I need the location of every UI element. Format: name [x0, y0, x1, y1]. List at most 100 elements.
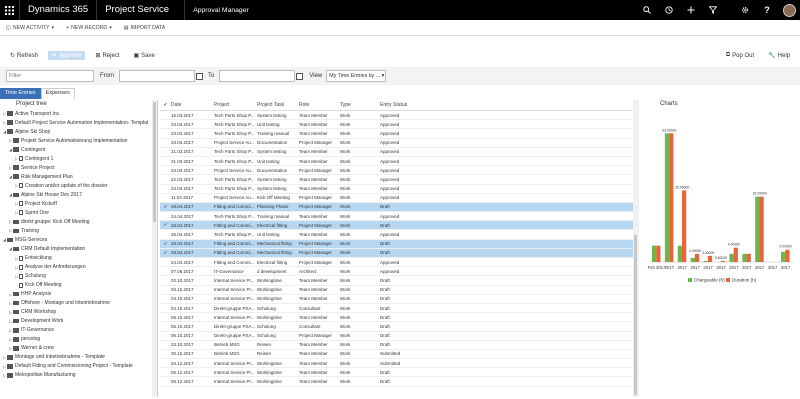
tree-item[interactable]: ▷ Default Project Service Automation Impl…: [0, 118, 157, 127]
column-header[interactable]: Role: [297, 102, 338, 108]
table-row[interactable]: 04.10.2017 Direkt-gruppe PSA... Schulung Co…: [160, 304, 633, 314]
tree-item[interactable]: ▷ Offshore - Montage und Inbetriebnahme: [0, 299, 157, 308]
table-row[interactable]: 21.03.2017 Tech Parts Shop P... Unit testi…: [160, 157, 633, 167]
tree-item[interactable]: ◢ MSG-Services: [0, 235, 157, 244]
table-row[interactable]: 07.06.2017 IT-Governance d development Arch…: [160, 267, 633, 277]
popout-button[interactable]: ⧉ Pop Out: [722, 51, 758, 60]
view-select[interactable]: My Time Entries by ... ▾: [326, 70, 387, 82]
tree-item[interactable]: ▷ IT-Governance: [0, 326, 157, 335]
tree-item[interactable]: ◢ Alpine Ski House Dec 2017: [0, 190, 157, 199]
tree-item[interactable]: ▷ CRM Workshop: [0, 308, 157, 317]
tree-item[interactable]: ▷ Service Project: [0, 163, 157, 172]
table-row[interactable]: ✔ 26.04.2017 Fitting and Commi... Mechanica…: [160, 239, 633, 249]
column-header[interactable]: Entry Status: [378, 102, 438, 108]
grid-scrollbar[interactable]: [633, 100, 639, 397]
tree-item[interactable]: ▷ direkt gruppe: Kick Off Meeting: [0, 217, 157, 226]
tree-item[interactable]: ▷ Werner & crew: [0, 344, 157, 353]
filter-icon[interactable]: [702, 0, 724, 20]
table-row[interactable]: 22.03.2017 Tech Parts Shop P... System tes…: [160, 175, 633, 185]
table-row[interactable]: ✔ 18.04.2017 Fitting and Commi... Planning …: [160, 202, 633, 213]
plus-icon[interactable]: [680, 0, 702, 20]
import-data-button[interactable]: ▤ IMPORT DATA: [118, 25, 171, 31]
table-row[interactable]: 06.12.2017 Internal Service Pr... Workingt…: [160, 377, 633, 387]
tree-item[interactable]: ◢ Contingent: [0, 145, 157, 154]
tree-item[interactable]: Kick Off Meeting: [0, 281, 157, 290]
table-row[interactable]: 11.04.2017 Project Service Au... Kick Off …: [160, 194, 633, 203]
help-button[interactable]: 🔧 Help: [764, 51, 794, 60]
area-selector[interactable]: Project Service: [97, 0, 186, 20]
column-header[interactable]: Project Task: [255, 102, 297, 108]
tree-item[interactable]: ▷ Training: [0, 226, 157, 235]
app-title[interactable]: Dynamics 365: [20, 0, 98, 20]
tree-item[interactable]: ◢ CRM Default Implementation: [0, 244, 157, 253]
table-row[interactable]: 24.04.2017 Fitting and Commi... Electrical…: [160, 258, 633, 268]
tree-item[interactable]: ▷ Default Fitting and Commissioning Proje…: [0, 362, 157, 371]
tree-item[interactable]: ▷ Project Kickoff: [0, 199, 157, 208]
save-button[interactable]: ▣ Save: [129, 51, 158, 60]
tree-item[interactable]: ▷ Development Work: [0, 317, 157, 326]
table-row[interactable]: 16.03.2017 Tech Parts Shop P... System tes…: [160, 111, 633, 121]
table-row[interactable]: 23.03.2017 Project Service Au... Documenta…: [160, 166, 633, 176]
table-row[interactable]: 23.03.2017 Project Service Au... Documenta…: [160, 139, 633, 148]
row-checkbox[interactable]: ✔: [160, 204, 169, 210]
avatar[interactable]: [778, 0, 800, 20]
table-row[interactable]: 21.03.2017 Tech Parts Shop P... System tes…: [160, 148, 633, 157]
tree-item[interactable]: ▷ Contingent 1: [0, 154, 157, 163]
table-row[interactable]: 05.12.2017 Internal Service Pr... Workingt…: [160, 368, 633, 378]
refresh-button[interactable]: ↻ Refresh: [6, 51, 42, 60]
table-row[interactable]: 04.10.2017 Internal Service Pr... Workingt…: [160, 295, 633, 304]
new-activity-button[interactable]: ◱ NEW ACTIVITY ▾: [0, 25, 60, 31]
table-row[interactable]: 25.04.2017 Tech Parts Shop P... Unit testi…: [160, 230, 633, 240]
tree-item[interactable]: ▷ Sprint One: [0, 208, 157, 217]
tree-scrollbar[interactable]: [152, 100, 157, 397]
table-row[interactable]: 23.03.2017 Tech Parts Shop P... Training m…: [160, 129, 633, 139]
calendar-icon[interactable]: [296, 72, 304, 80]
from-date-field[interactable]: [119, 70, 195, 82]
column-header[interactable]: Project: [212, 102, 255, 108]
column-header[interactable]: Date: [169, 102, 212, 108]
tree-item[interactable]: ▷ Schulung: [0, 272, 157, 281]
table-row[interactable]: ✔ 25.04.2017 Fitting and Commi... Electrica…: [160, 221, 633, 231]
table-row[interactable]: 03.10.2017 Internal Service Pr... Workingt…: [160, 286, 633, 295]
gear-icon[interactable]: [734, 0, 756, 20]
tree-item[interactable]: ▷ Projekt Service Automatisierung Impleme…: [0, 136, 157, 145]
tree-item[interactable]: ▷ Metropolitan Manufacturing: [0, 371, 157, 380]
table-row[interactable]: 24.04.2017 Tech Parts Shop P... Training m…: [160, 212, 633, 222]
row-checkbox[interactable]: ✔: [160, 250, 169, 256]
calendar-icon[interactable]: [196, 72, 203, 80]
tree-item[interactable]: ▷ Entwicklung: [0, 254, 157, 263]
tree-item[interactable]: ▷ Montage und Inbetriebnahme - Template: [0, 353, 157, 362]
table-row[interactable]: 23.03.2017 Tech Parts Shop P... Unit testi…: [160, 120, 633, 130]
tab-expenses[interactable]: Expenses: [40, 88, 75, 99]
table-row[interactable]: 04.12.2017 Internal Service Pr... Workingt…: [160, 359, 633, 369]
table-row[interactable]: 23.10.2017 Betrieb MSG Reisen Team Member Wo…: [160, 341, 633, 350]
app-launcher-icon[interactable]: [0, 0, 20, 20]
column-header[interactable]: Type: [338, 102, 378, 108]
table-row[interactable]: 06.10.2017 Direkt-gruppe PSA... Schulung Pr…: [160, 332, 633, 341]
approve-button[interactable]: ✔ Approve: [48, 51, 86, 60]
search-icon[interactable]: [636, 0, 658, 20]
table-row[interactable]: 05.10.2017 Internal Service Pr... Workingt…: [160, 313, 633, 323]
row-checkbox[interactable]: ✔: [160, 241, 169, 247]
table-row[interactable]: 05.10.2017 Direkt-gruppe PSA... Schulung Co…: [160, 322, 633, 332]
tree-item[interactable]: ▷ HHP Analysis: [0, 290, 157, 299]
tree-item[interactable]: ▷ persolog: [0, 335, 157, 344]
help-icon[interactable]: ?: [756, 0, 778, 20]
select-all-checkbox[interactable]: ✔: [160, 102, 169, 108]
tree-item[interactable]: ◢ Alpine Ski Shop: [0, 127, 157, 136]
tree-item[interactable]: ▷ Creation and/or update of the dossier: [0, 181, 157, 190]
filter-input[interactable]: [6, 70, 94, 82]
table-row[interactable]: ✔ 28.04.2017 Fitting and Commi... Mechanica…: [160, 248, 633, 258]
tree-item[interactable]: ▷ Analyse der Anforderungen: [0, 263, 157, 272]
tree-item[interactable]: ▷ Active Transport Inc.: [0, 109, 157, 118]
row-checkbox[interactable]: ✔: [160, 222, 169, 228]
table-row[interactable]: 02.10.2017 Internal Service Pr... Workingt…: [160, 276, 633, 286]
to-date-field[interactable]: [219, 70, 296, 82]
table-row[interactable]: 23.03.2017 Tech Parts Shop P... System tes…: [160, 185, 633, 194]
tree-item[interactable]: ◢ Risk Management Plan: [0, 172, 157, 181]
reject-button[interactable]: ⊠ Reject: [91, 51, 123, 60]
table-row[interactable]: 30.10.2017 Betrieb MSG Reisen Team Member Wo…: [160, 350, 633, 360]
new-record-button[interactable]: + NEW RECORD ▾: [60, 25, 118, 31]
tab-time-entries[interactable]: Time Entries: [0, 88, 41, 99]
recent-icon[interactable]: [658, 0, 680, 20]
